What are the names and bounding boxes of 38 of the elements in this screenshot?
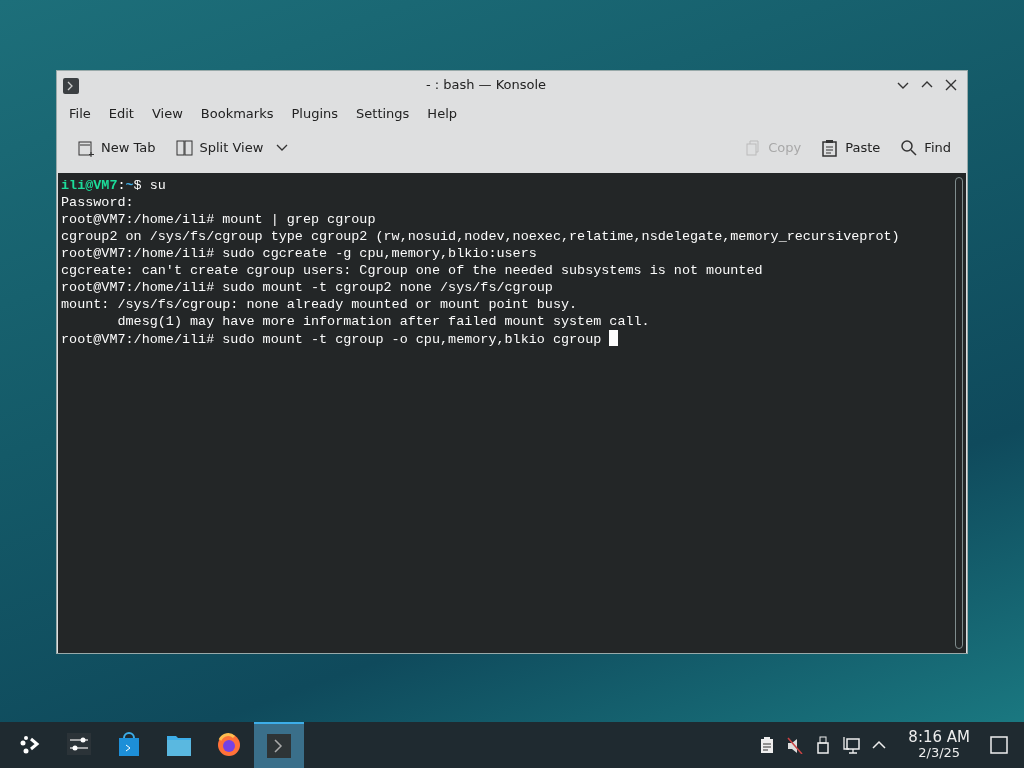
terminal-line: root@VM7:/home/ili# mount | grep cgroup	[61, 211, 376, 228]
terminal-line: cgroup2 on /sys/fs/cgroup type cgroup2 (rw,nosuid,nodev,noexec,relatime,nsdelegate,memory_recursiveprot)	[61, 228, 900, 245]
terminal-line: cgcreate: can't create cgroup users: Cgroup one of the needed subsystems is not mounted	[61, 262, 763, 279]
split-button[interactable]: Split View	[169, 134, 296, 162]
window-title: - : bash — Konsole	[424, 76, 548, 95]
terminal-line: root@VM7:/home/ili# sudo mount -t cgroup -o cpu,memory,blkio cgroup	[61, 330, 619, 348]
muted-speaker-icon[interactable]	[786, 736, 805, 754]
caret-icon[interactable]	[275, 143, 290, 153]
terminal-icon	[266, 733, 292, 759]
newtab-button[interactable]: New Tab	[71, 134, 162, 162]
terminal-line: mount: /sys/fs/cgroup: none already mounted or mount point busy.	[61, 296, 578, 313]
cursor	[609, 330, 619, 346]
menu-item[interactable]: Settings	[348, 102, 418, 126]
terminal-icon	[63, 77, 79, 94]
search-icon	[900, 139, 919, 157]
terminal-area[interactable]	[58, 173, 966, 653]
clock[interactable]: 8:16 AM 2/3/25	[908, 730, 970, 760]
menu-item[interactable]: Plugins	[283, 102, 347, 126]
menu-item[interactable]: File	[61, 102, 99, 126]
split-view-icon	[175, 139, 194, 157]
network-icon[interactable]	[842, 736, 861, 754]
terminal-line: Password:	[61, 194, 134, 211]
terminal-line: ili@VM7:~$ su	[61, 177, 166, 194]
browser-icon	[216, 732, 242, 758]
find-button[interactable]: Find	[894, 134, 957, 162]
terminal-line: root@VM7:/home/ili# sudo mount -t cgroup2 none /sys/fs/cgroup	[61, 279, 553, 296]
terminal-line: dmesg(1) may have more information after failed mount system call.	[116, 313, 650, 330]
menu-item[interactable]: View	[143, 102, 191, 126]
show-desktop-icon[interactable]	[990, 736, 1008, 754]
terminal-line: root@VM7:/home/ili# sudo cgcreate -g cpu,memory,blkio:users	[61, 245, 537, 262]
sliders-icon	[66, 732, 92, 758]
menu-item[interactable]: Edit	[100, 102, 142, 126]
paste-button[interactable]: Paste	[815, 134, 887, 162]
menu-item[interactable]: Bookmarks	[192, 102, 282, 126]
menu-item[interactable]: Help	[419, 102, 465, 126]
new-tab-icon	[77, 139, 95, 157]
clipboard-icon	[821, 139, 840, 157]
shopping-bag-icon	[116, 732, 142, 758]
